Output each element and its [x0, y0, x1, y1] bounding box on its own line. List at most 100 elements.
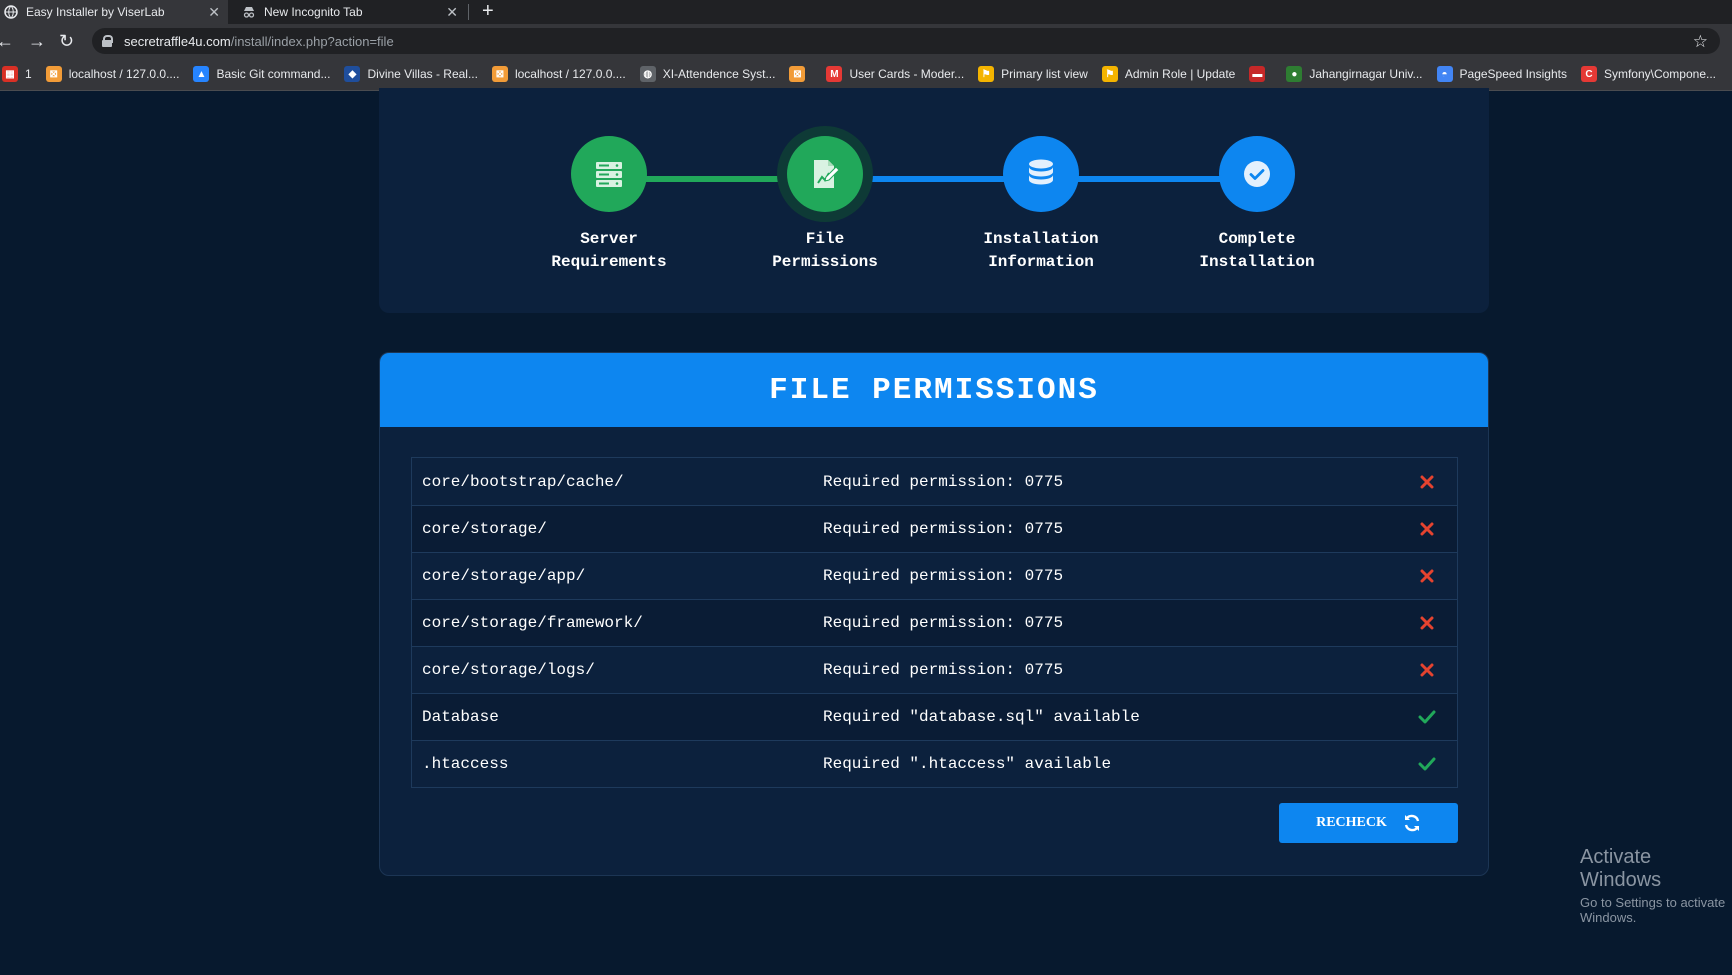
atlassian-icon: ▲	[193, 66, 210, 82]
pagespeed-icon: ◓	[1436, 66, 1453, 82]
permission-requirement: Required permission: 0775	[823, 567, 1064, 585]
flag-icon: ⚑	[978, 66, 995, 82]
table-row: .htaccess Required ".htaccess" available	[412, 740, 1457, 787]
permissions-table: core/bootstrap/cache/Required permission…	[411, 457, 1458, 788]
table-row: core/storage/framework/Required permissi…	[412, 599, 1457, 646]
bookmark-item[interactable]: ⊠ localhost / 127.0.0....	[491, 66, 626, 82]
flag-icon: ⚑	[1101, 66, 1118, 82]
calendar-icon: ▦	[2, 66, 18, 82]
permission-requirement: Required permission: 0775	[823, 520, 1064, 538]
bookmark-label: Primary list view	[1001, 67, 1088, 81]
table-row: core/storage/Required permission: 0775	[412, 505, 1457, 552]
close-icon[interactable]: ✕	[208, 4, 220, 21]
bookmark-item[interactable]: ⊠ localhost / 127.0.0....	[45, 66, 180, 82]
server-icon	[596, 162, 622, 187]
step-server-requirements: Server Requirements	[499, 136, 719, 274]
step-label: Installation Information	[983, 230, 1099, 271]
permission-path: .htaccess	[422, 755, 509, 773]
permission-path: Database	[422, 708, 499, 726]
recheck-label: RECHECK	[1316, 815, 1387, 830]
symfony-icon: C	[1580, 66, 1597, 82]
table-row: core/bootstrap/cache/Required permission…	[412, 458, 1457, 505]
bookmark-item[interactable]: ● Jahangirnagar Univ...	[1286, 66, 1423, 82]
cross-icon	[1397, 569, 1457, 583]
permission-path: core/storage/logs/	[422, 661, 595, 679]
incognito-icon	[243, 7, 255, 18]
step-label: Complete Installation	[1199, 230, 1315, 271]
step-complete-installation: Complete Installation	[1147, 136, 1367, 274]
url-path: /install/index.php?action=file	[230, 33, 394, 49]
check-icon	[1397, 757, 1457, 771]
bookmark-label: XI-Attendence Syst...	[662, 67, 776, 81]
permission-path: core/storage/	[422, 520, 547, 538]
watermark-title: Activate Windows	[1580, 846, 1662, 891]
bookmark-item[interactable]: ▦ 1	[2, 66, 32, 82]
step-circle	[787, 136, 863, 212]
tab-label: Easy Installer by ViserLab	[26, 5, 165, 19]
permission-requirement: Required "database.sql" available	[823, 708, 1140, 726]
permission-path: core/storage/framework/	[422, 614, 643, 632]
step-installation-information: Installation Information	[931, 136, 1151, 274]
phpmyadmin-icon: ⊠	[789, 66, 806, 82]
address-bar[interactable]: secretraffle4u.com /install/index.php?ac…	[92, 28, 1720, 54]
bookmark-item[interactable]: ⚑ Primary list view	[978, 66, 1088, 82]
tab-new-incognito[interactable]: New Incognito Tab ✕	[230, 0, 466, 24]
bookmark-label: User Cards - Moder...	[849, 67, 965, 81]
back-arrow-icon[interactable]: ←	[0, 31, 14, 51]
bookmark-item[interactable]: C Symfony\Compone...	[1580, 66, 1716, 82]
bookmark-item[interactable]: ◍ XI-Attendence Syst...	[639, 66, 776, 82]
user-cards-icon: M	[826, 66, 843, 82]
bookmark-item[interactable]: ⊠	[789, 66, 812, 82]
bookmark-item[interactable]: ▬	[1249, 66, 1272, 82]
tab-bar: Easy Installer by ViserLab ✕ New Incogni…	[0, 0, 1732, 24]
recheck-button[interactable]: RECHECK	[1279, 803, 1458, 843]
tab-easy-installer[interactable]: Easy Installer by ViserLab ✕	[0, 0, 228, 24]
bookmark-item[interactable]: ◓ PageSpeed Insights	[1436, 66, 1567, 82]
globe-icon: ◍	[639, 66, 656, 82]
permission-requirement: Required permission: 0775	[823, 472, 1064, 491]
reload-icon[interactable]: ↻	[59, 31, 74, 51]
bookmark-item[interactable]: ⚑ Admin Role | Update	[1101, 66, 1235, 82]
star-icon[interactable]: ☆	[1693, 32, 1708, 52]
permission-requirement: Required ".htaccess" available	[823, 755, 1112, 773]
cross-icon	[1397, 616, 1457, 630]
bookmark-item[interactable]: M User Cards - Moder...	[826, 66, 964, 82]
cross-icon	[1397, 475, 1457, 489]
url-host: secretraffle4u.com	[124, 33, 231, 49]
bookmark-label: localhost / 127.0.0....	[68, 67, 180, 81]
card-header: FILE PERMISSIONS	[380, 353, 1488, 427]
phpmyadmin-icon: ⊠	[491, 66, 508, 82]
phpmyadmin-icon: ⊠	[45, 66, 62, 82]
bookmark-item[interactable]: ▲ Basic Git command...	[193, 66, 330, 82]
close-icon[interactable]: ✕	[446, 4, 458, 21]
lock-icon	[102, 35, 113, 47]
step-circle	[1219, 136, 1295, 212]
database-icon	[1029, 159, 1053, 185]
page-title: FILE PERMISSIONS	[769, 372, 1099, 408]
bookmark-label: Jahangirnagar Univ...	[1309, 67, 1423, 81]
step-label: File Permissions	[772, 230, 878, 271]
step-label: Server Requirements	[551, 230, 667, 271]
installation-steps: Server Requirements File Permissions Insta…	[379, 88, 1489, 313]
file-permissions-card: FILE PERMISSIONS core/bootstrap/cache/Re…	[379, 352, 1489, 876]
table-row: core/storage/app/Required permission: 07…	[412, 552, 1457, 599]
windows-activation-watermark: Activate Windows Go to Settings to activ…	[1580, 846, 1732, 925]
new-tab-icon[interactable]: +	[482, 0, 494, 24]
watermark-subtitle: Go to Settings to activate Windows.	[1580, 895, 1726, 925]
check-icon	[1397, 710, 1457, 724]
refresh-icon	[1404, 814, 1420, 832]
bookmark-item[interactable]: ◆ Divine Villas - Real...	[344, 66, 478, 82]
file-edit-icon	[814, 160, 840, 188]
bookmark-label: 1	[25, 67, 32, 81]
window-icon: ▬	[1249, 66, 1266, 82]
installer-page: Server Requirements File Permissions Insta…	[0, 88, 1732, 975]
tab-separator	[468, 4, 469, 20]
university-icon: ●	[1286, 66, 1303, 82]
table-row: core/storage/logs/Required permission: 0…	[412, 646, 1457, 693]
permission-requirement: Required permission: 0775	[823, 661, 1064, 679]
step-file-permissions: File Permissions	[715, 136, 935, 274]
tab-label: New Incognito Tab	[264, 5, 363, 19]
globe-icon	[4, 5, 18, 19]
bookmark-label: localhost / 127.0.0....	[514, 67, 626, 81]
forward-arrow-icon[interactable]: →	[28, 31, 46, 51]
